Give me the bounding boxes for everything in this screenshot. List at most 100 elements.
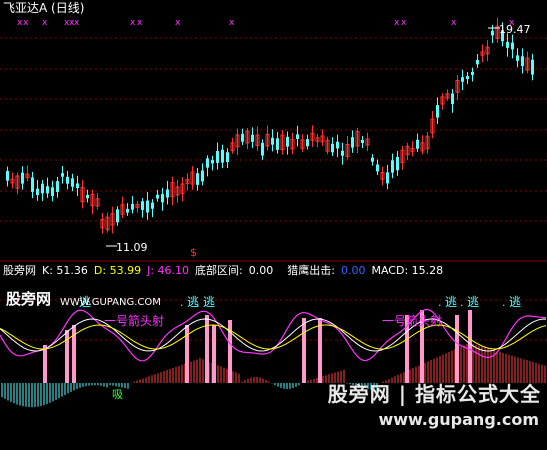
candle-body — [156, 194, 159, 199]
candle-body — [206, 158, 209, 168]
eagle-value: 0.00 — [340, 264, 366, 277]
candle-body — [66, 176, 69, 184]
top-signal-marker: x — [130, 18, 136, 28]
watermark-url: www.gupang.com — [378, 410, 539, 429]
candle-body — [226, 152, 229, 163]
candle-body — [436, 105, 439, 118]
eagle-label: 猎鹰出击: — [287, 264, 335, 277]
candle-body — [86, 194, 89, 199]
candle-body — [216, 150, 219, 163]
candle-body — [296, 134, 299, 140]
high-price-label: 19.47 — [499, 23, 531, 36]
candle-body — [376, 164, 379, 172]
candle-body — [196, 173, 199, 185]
signal-spike — [65, 330, 69, 383]
d-value: D: 53.99 — [93, 264, 142, 277]
candle-body — [166, 189, 169, 198]
candle-body — [531, 59, 534, 75]
candle-body — [51, 187, 54, 196]
fork-label: 一号箭头射 — [382, 313, 442, 328]
escape-label: 逃 — [445, 295, 457, 309]
top-signal-marker: x — [451, 18, 457, 28]
candle-body — [451, 93, 454, 105]
candle-body — [36, 188, 39, 196]
brand-url: WWW.GUPANG.COM — [60, 297, 161, 308]
j-value: J: 46.10 — [147, 264, 190, 277]
signal-spike — [318, 318, 322, 383]
candle-body — [251, 134, 254, 142]
indicator-readout-bar: 股旁网 K: 51.36 D: 53.99 J: 46.10 底部区间: 0.0… — [3, 264, 443, 278]
candle-body — [351, 137, 354, 148]
top-signal-marker: x — [74, 18, 80, 28]
signal-spike — [43, 345, 47, 383]
escape-dot: . — [502, 296, 506, 309]
candle-body — [286, 136, 289, 147]
escape-dot: . — [196, 296, 200, 309]
candle-body — [271, 137, 274, 145]
escape-label: 逃 — [509, 295, 521, 309]
candle-body — [141, 201, 144, 210]
top-signal-marker: x — [401, 18, 407, 28]
candle-body — [461, 77, 464, 82]
candle-body — [161, 194, 164, 203]
candle-body — [241, 133, 244, 142]
candle-body — [46, 186, 49, 194]
candle-body — [386, 172, 389, 184]
top-signal-marker: x — [394, 18, 400, 28]
candle-body — [336, 141, 339, 149]
signal-spike — [302, 318, 306, 383]
candle-body — [56, 181, 59, 193]
candle-body — [396, 156, 399, 171]
bottom-zone-label: 底部区间: — [195, 264, 243, 277]
candle-body — [511, 42, 514, 50]
candle-body — [491, 30, 494, 36]
candle-body — [21, 172, 24, 184]
candle-body — [131, 203, 134, 210]
candle-body — [466, 75, 469, 80]
candle-body — [341, 150, 344, 156]
candle-body — [31, 177, 34, 192]
fork-label: 一号箭头射 — [104, 313, 164, 328]
watermark-text: 股旁网 | 指标公式大全 — [327, 382, 541, 406]
escape-label: 逃 — [203, 295, 215, 309]
escape-dot: . — [460, 296, 464, 309]
indicator-name: 股旁网 — [3, 264, 36, 277]
candle-body — [6, 171, 9, 181]
candle-body — [211, 160, 214, 164]
candle-body — [416, 139, 419, 149]
k-value: K: 51.36 — [42, 264, 88, 277]
macd-value: MACD: 15.28 — [371, 264, 444, 277]
absorb-label: 吸 — [112, 388, 123, 401]
candle-body — [146, 200, 149, 213]
stock-chart-canvas[interactable]: x x x x x x x x x x x x x x19.4711.09 $. 逃. 逃. 逃. 逃. 逃. 逃一号箭… — [0, 0, 547, 446]
candle-body — [521, 56, 524, 67]
top-signal-marker: x — [175, 18, 181, 28]
candle-body — [61, 173, 64, 177]
candle-body — [506, 41, 509, 48]
signal-spike — [468, 310, 472, 383]
chart-title: 飞亚达A (日线) — [3, 1, 85, 15]
candle-body — [221, 149, 224, 163]
top-signal-marker: x — [229, 18, 235, 28]
candle-body — [71, 178, 74, 187]
escape-dot: . — [180, 296, 184, 309]
bottom-zone-value: 0.00 — [248, 264, 274, 277]
top-signal-marker: x — [42, 18, 48, 28]
candle-body — [391, 160, 394, 173]
escape-dot: . — [438, 296, 442, 309]
top-signal-marker: x — [23, 18, 29, 28]
candle-body — [476, 59, 479, 65]
candle-body — [261, 142, 264, 156]
signal-spike — [455, 315, 459, 383]
candle-body — [116, 209, 119, 223]
candle-body — [516, 55, 519, 61]
candle-body — [361, 139, 364, 144]
brand-label: 股旁网 — [6, 290, 52, 308]
candle-body — [76, 183, 79, 189]
escape-label: 逃 — [467, 295, 479, 309]
candle-body — [201, 170, 204, 182]
candle-body — [331, 143, 334, 153]
signal-spike — [212, 325, 216, 383]
candle-body — [151, 202, 154, 209]
candle-body — [126, 208, 129, 213]
